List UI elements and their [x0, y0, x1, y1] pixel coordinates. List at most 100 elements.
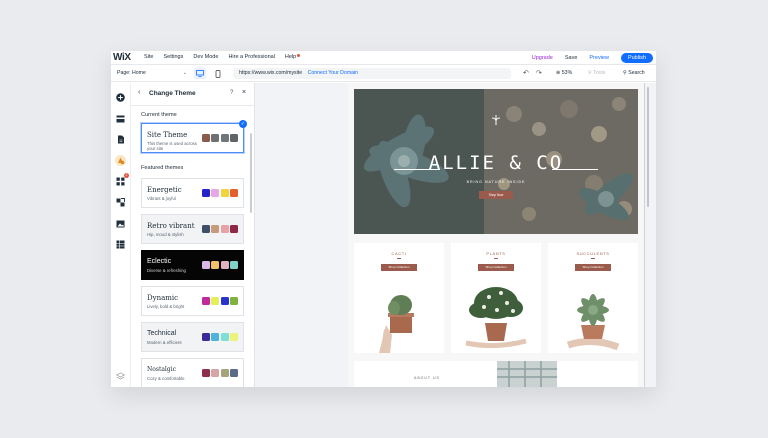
theme-desc: Vibrant & joyful — [147, 196, 176, 201]
zoom-control[interactable]: ⊕ 53% — [556, 70, 572, 76]
hero-section[interactable]: ALLIE & CO BRING NATURE INSIDE Shop Now — [354, 89, 638, 234]
product-dash — [591, 258, 595, 259]
color-swatch — [211, 297, 219, 305]
theme-card-dynamic[interactable]: Dynamic Lively, bold & bright — [141, 286, 244, 316]
theme-name: Retro vibrant — [147, 222, 195, 230]
redo-icon[interactable]: ↷ — [536, 69, 542, 77]
connect-domain-link[interactable]: Connect Your Domain — [308, 70, 358, 76]
product-dash — [397, 258, 401, 259]
about-section[interactable]: ABOUT US — [354, 361, 638, 387]
nav-settings[interactable]: Settings — [163, 54, 183, 60]
wix-logo: WiX — [113, 52, 131, 63]
plant-image — [465, 287, 527, 349]
theme-swatches — [201, 134, 238, 142]
color-swatch — [211, 261, 219, 269]
product-button[interactable]: Shop Collection — [381, 264, 417, 271]
nav-help-label: Help — [284, 54, 297, 60]
desktop-view-button[interactable] — [194, 68, 206, 79]
theme-card-nostalgic[interactable]: Nostalgic Cozy & comfortable — [141, 358, 244, 387]
canvas-scrollbar[interactable] — [645, 83, 651, 387]
site-url: https://www.wix.com/mysite — [239, 70, 303, 76]
hero-title: ALLIE & CO — [428, 152, 564, 174]
left-rail: 2 — [111, 83, 131, 387]
product-title: PLANTS — [486, 251, 506, 256]
apps-badge: 2 — [124, 173, 129, 178]
business-icon[interactable] — [115, 197, 126, 208]
nav-dev-mode[interactable]: Dev Mode — [193, 54, 218, 60]
upgrade-button[interactable]: Upgrade — [532, 55, 553, 61]
about-image — [497, 361, 557, 387]
theme-desc: This theme is used across your site — [147, 141, 197, 151]
color-swatch — [230, 189, 238, 197]
featured-themes-label: Featured themes — [141, 165, 184, 171]
pages-icon[interactable] — [115, 134, 126, 145]
editor-window: WiX Site Settings Dev Mode Hire a Profes… — [111, 51, 656, 387]
url-bar[interactable]: https://www.wix.com/mysite Connect Your … — [233, 68, 511, 79]
theme-icon[interactable] — [115, 155, 126, 166]
mobile-icon — [215, 70, 221, 78]
current-theme-label: Current theme — [141, 112, 177, 118]
mobile-view-button[interactable] — [212, 68, 224, 79]
cms-icon[interactable] — [115, 239, 126, 250]
theme-card-energetic[interactable]: Energetic Vibrant & joyful — [141, 178, 244, 208]
tools-label: Tools — [593, 70, 606, 76]
product-card-succulents[interactable]: SUCCULENTS Shop Collection — [548, 243, 638, 353]
hero-logo-icon — [491, 115, 501, 125]
color-swatch — [230, 369, 238, 377]
theme-card-eclectic[interactable]: Eclectic Diverse & refreshing — [141, 250, 244, 280]
hero-subtitle: BRING NATURE INSIDE — [466, 180, 526, 184]
zoom-level: 53% — [561, 70, 573, 76]
nav-hire-professional[interactable]: Hire a Professional — [228, 54, 274, 60]
color-swatch — [230, 225, 238, 233]
editor-canvas[interactable]: ALLIE & CO BRING NATURE INSIDE Shop Now … — [255, 83, 656, 387]
theme-desc: Diverse & refreshing — [147, 268, 186, 273]
nav-site[interactable]: Site — [144, 54, 153, 60]
help-icon[interactable]: ? — [230, 90, 233, 96]
theme-name: Site Theme — [147, 131, 188, 139]
color-swatch — [230, 134, 238, 142]
product-button[interactable]: Shop Collection — [478, 264, 514, 271]
hero-shop-button[interactable]: Shop Now — [479, 191, 513, 199]
search-button[interactable]: ⚲ Search — [623, 70, 645, 76]
back-arrow-icon[interactable]: ‹ — [138, 89, 140, 96]
tools-button[interactable]: ⚲ Tools — [588, 70, 605, 76]
undo-icon[interactable]: ↶ — [523, 69, 529, 77]
color-swatch — [211, 189, 219, 197]
theme-name: Technical — [147, 330, 177, 337]
product-card-plants[interactable]: PLANTS Shop Collection — [451, 243, 541, 353]
product-dash — [494, 258, 498, 259]
color-swatch — [211, 134, 219, 142]
search-label: Search — [628, 70, 645, 76]
product-card-cacti[interactable]: CACTI Shop Collection — [354, 243, 444, 353]
page-selector[interactable]: Page: Home ⌄ — [117, 70, 187, 76]
product-button[interactable]: Shop Collection — [575, 264, 611, 271]
color-swatch — [220, 225, 229, 233]
theme-desc: Modern & efficient — [147, 340, 182, 345]
color-swatch — [201, 369, 210, 377]
layers-icon[interactable] — [115, 371, 126, 382]
add-section-icon[interactable] — [115, 113, 126, 124]
add-elements-icon[interactable] — [115, 92, 126, 103]
close-icon[interactable]: × — [242, 89, 246, 96]
theme-card-technical[interactable]: Technical Modern & efficient — [141, 322, 244, 352]
media-icon[interactable] — [115, 218, 126, 229]
color-swatch — [201, 297, 210, 305]
preview-button[interactable]: Preview — [589, 55, 609, 61]
theme-desc: Lively, bold & bright — [147, 304, 185, 309]
editor-toolbar: Page: Home ⌄ https://www.wix.com/mysite … — [111, 66, 656, 82]
publish-button[interactable]: Publish — [620, 53, 653, 63]
panel-scrollbar[interactable] — [250, 133, 252, 213]
nav-help[interactable]: Help — [284, 54, 301, 60]
panel-header: ‹ Change Theme ? × — [131, 83, 254, 106]
theme-swatches — [201, 369, 238, 377]
save-button[interactable]: Save — [565, 55, 578, 61]
theme-card-current[interactable]: Site Theme This theme is used across you… — [141, 120, 247, 153]
theme-desc: Hip, mood & stylish — [147, 232, 184, 237]
cactus-image — [379, 295, 414, 353]
color-swatch — [230, 333, 238, 341]
color-swatch — [201, 189, 210, 197]
desktop-icon — [196, 70, 204, 77]
color-swatch — [211, 333, 219, 341]
theme-swatches — [201, 297, 238, 305]
theme-card-retro-vibrant[interactable]: Retro vibrant Hip, mood & stylish — [141, 214, 244, 244]
